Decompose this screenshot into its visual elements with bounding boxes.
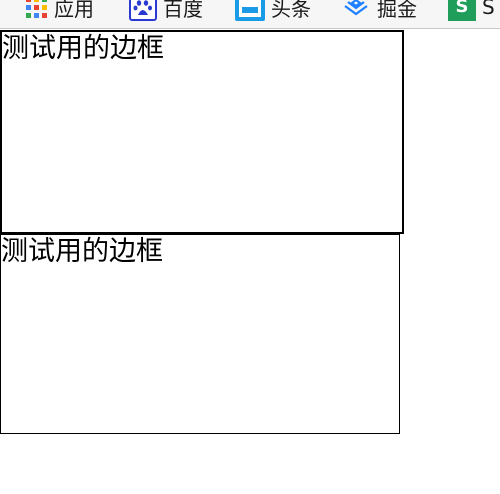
bookmark-label: 头条 [271, 0, 311, 21]
bookmark-label: 掘金 [377, 0, 417, 21]
box-text: 测试用的边框 [2, 33, 164, 64]
box-text: 测试用的边框 [1, 236, 163, 267]
bookmark-label: 应用 [54, 0, 94, 21]
juejin-icon [341, 0, 371, 20]
baidu-paw-icon [129, 0, 157, 21]
bookmark-baidu[interactable]: 百度 [129, 0, 203, 22]
bookmark-segmentfault[interactable]: S S [448, 0, 495, 22]
test-border-box-thick: 测试用的边框 [0, 30, 404, 234]
bookmarks-bar: 应用 百度 头条 掘金 S S [0, 0, 500, 29]
bookmark-juejin[interactable]: 掘金 [341, 0, 417, 22]
bookmark-apps[interactable]: 应用 [26, 0, 94, 22]
bookmark-toutiao[interactable]: 头条 [235, 0, 311, 22]
bookmark-label: 百度 [163, 0, 203, 21]
segmentfault-icon: S [448, 0, 476, 21]
apps-grid-icon [26, 0, 48, 18]
toutiao-icon [235, 0, 265, 21]
bookmark-label: S [482, 0, 495, 19]
test-border-box-thin: 测试用的边框 [0, 234, 400, 434]
